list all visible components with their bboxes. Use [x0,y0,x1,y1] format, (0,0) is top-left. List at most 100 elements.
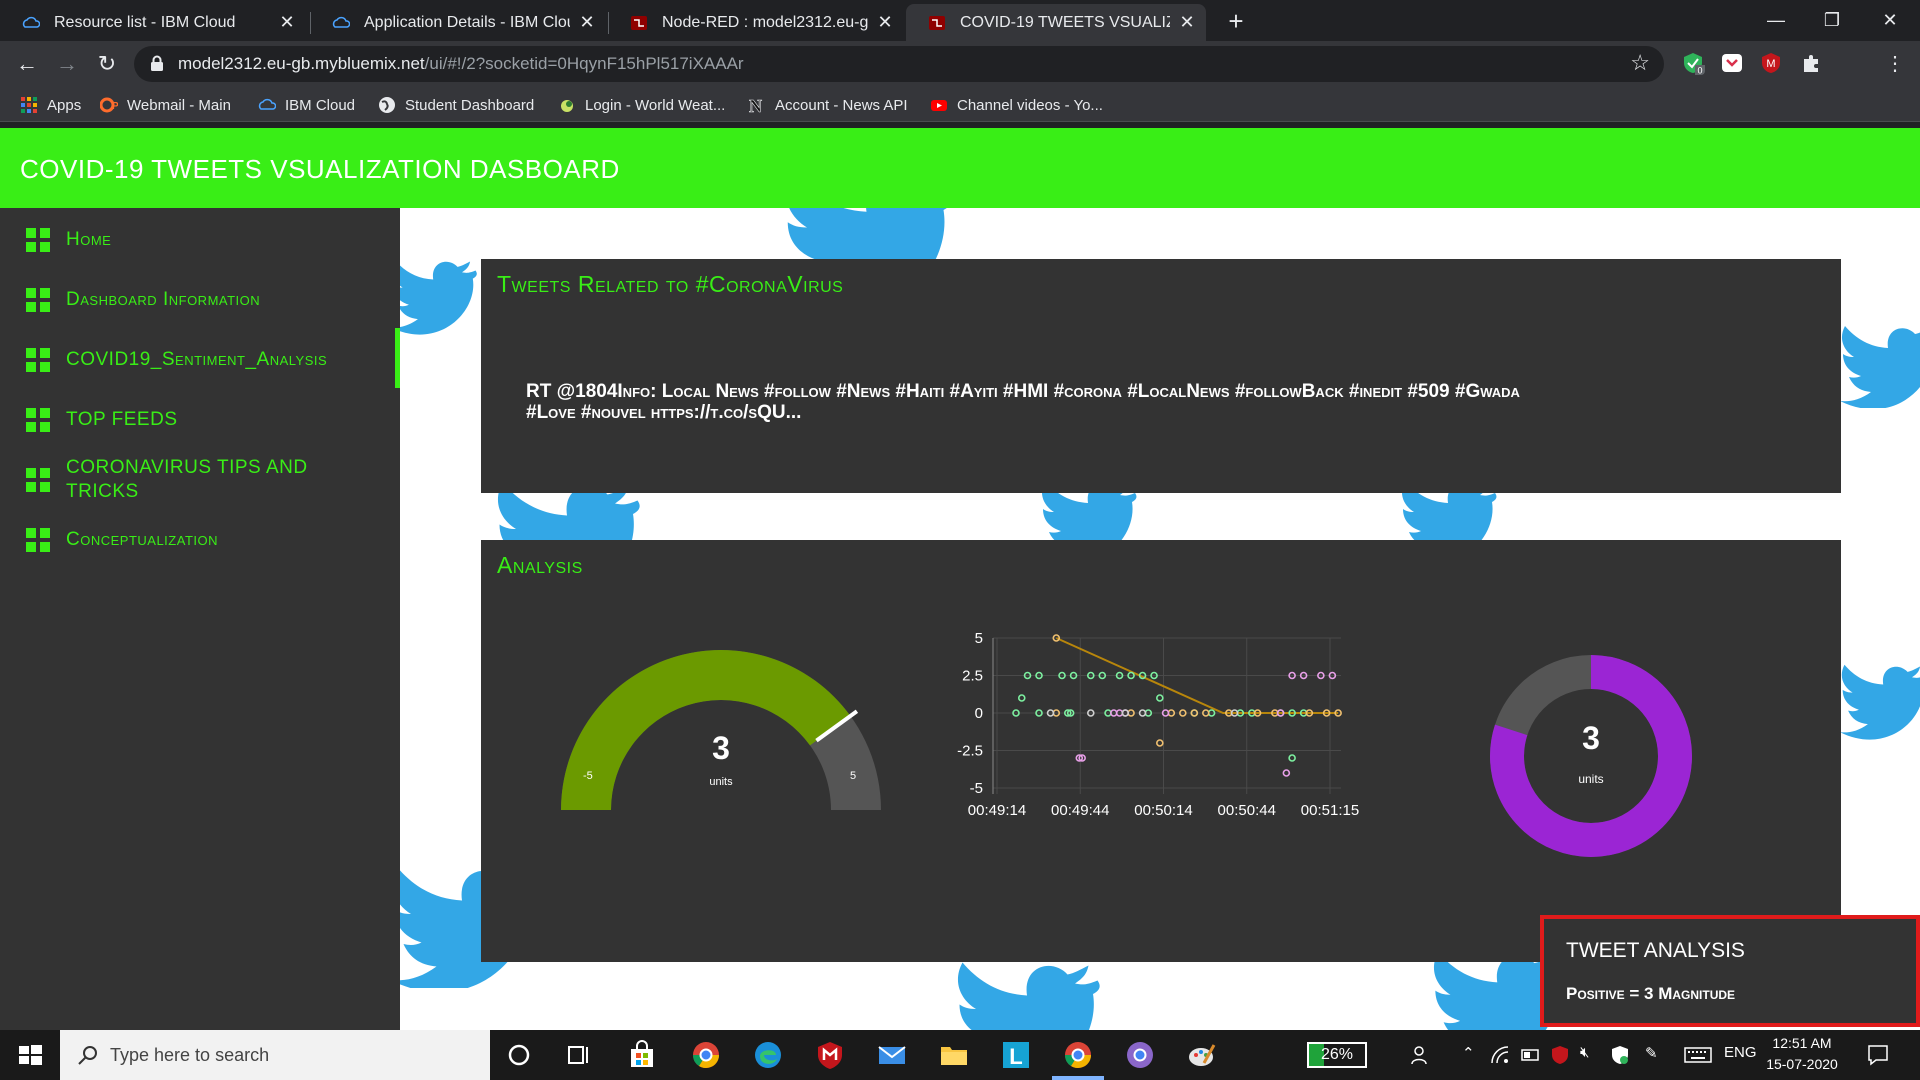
windows-start-icon[interactable] [0,1030,60,1080]
bookmark-label: IBM Cloud [285,96,356,114]
chrome-active-icon[interactable] [1062,1039,1094,1071]
paint-icon[interactable] [1186,1039,1218,1071]
close-tab-icon[interactable]: ✕ [278,12,296,33]
new-tab-button[interactable]: + [1222,7,1250,35]
scatter-points [1012,634,1342,777]
y-tick-label: 0 [975,705,983,722]
pocket-extension-icon[interactable] [1720,51,1744,75]
mcafee-extension-icon[interactable]: M [1759,51,1783,75]
task-view-icon[interactable] [563,1039,595,1071]
dashboard-grid-icon [26,408,50,432]
edge-icon[interactable] [752,1039,784,1071]
url-host: model2312.eu-gb.mybluemix.net [178,54,425,73]
bookmark-label: Webmail - Main [127,96,231,114]
dashboard-header: COVID-19 TWEETS VSUALIZATION DASBOARD [0,128,1920,208]
gauge-max-label: 5 [850,770,857,782]
browser-tab-active[interactable]: COVID-19 TWEETS VSUALIZATIO ✕ [906,4,1206,41]
bookmark-youtube[interactable]: Channel videos - Yo... [930,94,1103,116]
tweet-text: RT @1804Info: Local News #follow #News #… [526,381,1520,423]
sidebar-item-label: CORONAVIRUS TIPS AND TRICKS [66,457,308,502]
scatter-point [1156,694,1164,702]
sidebar-item-coronavirus-tips[interactable]: CORONAVIRUS TIPS AND TRICKS [0,456,400,504]
bookmark-student-dashboard[interactable]: Student Dashboard [378,94,534,116]
system-clock[interactable]: 12:51 AM 15-07-2020 [1762,1033,1842,1075]
action-center-icon[interactable] [1866,1043,1890,1067]
volume-muted-icon[interactable]: 🔇︎ [1580,1044,1589,1061]
show-hidden-icons-icon[interactable]: ⌃ [1462,1044,1475,1062]
cortana-icon[interactable] [503,1039,535,1071]
tweets-card: Tweets Related to #CoronaVirus RT @1804I… [481,259,1841,493]
sidebar-item-dashboard-information[interactable]: Dashboard Information [0,288,400,312]
bookmark-star-icon[interactable]: ☆ [1630,50,1650,76]
donut-units: units [1578,772,1604,786]
news-api-icon: N [749,96,763,114]
browser-tab[interactable]: Application Details - IBM Cloud ✕ [310,4,606,41]
tab-title: Resource list - IBM Cloud [54,13,236,31]
svg-text:P: P [112,101,118,112]
wifi-icon[interactable] [1490,1045,1510,1065]
chrome-secondary-icon[interactable] [1124,1039,1156,1071]
twitter-bird-background-icon [400,261,477,335]
chrome-profile-icon[interactable] [690,1039,722,1071]
extension-shield-icon[interactable]: 0 [1681,51,1705,75]
sidebar-item-sentiment-analysis[interactable]: COVID19_Sentiment_Analysis [0,328,400,388]
launcher-l-icon[interactable]: L [1000,1039,1032,1071]
address-bar[interactable]: model2312.eu-gb.mybluemix.net/ui/#!/2?so… [134,46,1664,82]
keyboard-icon[interactable] [1684,1045,1712,1065]
bookmark-apps[interactable]: Apps [20,94,81,116]
sidebar-item-conceptualization[interactable]: Conceptualization [0,528,400,552]
mcafee-tray-icon[interactable] [1550,1045,1570,1065]
main-content: Tweets Related to #CoronaVirus RT @1804I… [400,208,1920,1030]
battery-indicator[interactable]: 26% [1307,1042,1367,1068]
scatter-point [1017,694,1026,702]
tweet-analysis-notification[interactable]: TWEET ANALYSIS Positive = 3 Magnitude [1540,915,1920,1027]
people-icon[interactable] [1410,1043,1434,1067]
bookmark-label: Student Dashboard [405,96,535,114]
minimize-window-button[interactable]: — [1756,6,1796,34]
active-app-indicator [1052,1076,1104,1080]
sidebar-item-label: Conceptualization [66,529,218,550]
notification-body: Positive = 3 Magnitude [1566,984,1736,1003]
language-indicator[interactable]: ENG [1724,1044,1757,1061]
file-explorer-icon[interactable] [938,1039,970,1071]
svg-text:M: M [1766,58,1775,70]
restore-window-button[interactable]: ❐ [1812,6,1852,34]
browser-menu-icon[interactable]: ⋮ [1880,49,1910,79]
sidebar-item-top-feeds[interactable]: TOP FEEDS [0,408,400,432]
svg-text:N: N [749,96,762,114]
x-tick-label: 00:51:15 [1301,802,1359,816]
x-tick-label: 00:49:44 [1051,802,1109,816]
search-icon [78,1046,97,1065]
weather-icon [561,100,573,112]
close-tab-icon[interactable]: ✕ [876,12,894,33]
close-tab-icon[interactable]: ✕ [578,12,596,33]
twitter-bird-background-icon [1840,664,1920,740]
x-tick-label: 00:49:14 [968,802,1026,816]
browser-tab[interactable]: Node-RED : model2312.eu-gb.m ✕ [608,4,904,41]
microsoft-store-icon[interactable] [626,1039,658,1071]
mail-icon[interactable] [876,1039,908,1071]
y-tick-label: -2.5 [957,743,983,760]
extensions-puzzle-icon[interactable] [1800,51,1824,75]
back-button[interactable]: ← [12,49,42,79]
bookmark-news-api[interactable]: N Account - News API [748,94,908,116]
bookmark-ibm-cloud[interactable]: IBM Cloud [258,94,355,116]
bookmark-webmail[interactable]: P Webmail - Main [100,94,231,116]
sidebar-item-home[interactable]: Home [0,228,400,252]
dashboard-grid-icon [26,348,50,372]
mcafee-icon[interactable] [814,1039,846,1071]
close-tab-icon[interactable]: ✕ [1178,12,1196,33]
taskbar-search-box[interactable]: Type here to search [60,1030,490,1080]
bookmark-world-weather[interactable]: Login - World Weat... [558,94,725,116]
sentiment-scatter-chart: 5 2.5 0 -2.5 -5 00:49:14 00:49:44 00:50:14 00:5… [957,630,1359,816]
pen-icon[interactable]: ✎ [1645,1044,1658,1062]
battery-tray-icon[interactable] [1520,1045,1542,1065]
reload-button[interactable]: ↻ [92,49,122,79]
security-shield-icon[interactable] [1610,1045,1630,1065]
close-window-button[interactable]: ✕ [1870,6,1910,34]
browser-tab[interactable]: Resource list - IBM Cloud ✕ [0,4,306,41]
forward-button[interactable]: → [52,49,82,79]
sidebar-nav: Home Dashboard Information COVID19_Senti… [0,208,400,1030]
ibm-cloud-icon [332,16,350,28]
sidebar-item-label: TOP FEEDS [66,409,178,430]
